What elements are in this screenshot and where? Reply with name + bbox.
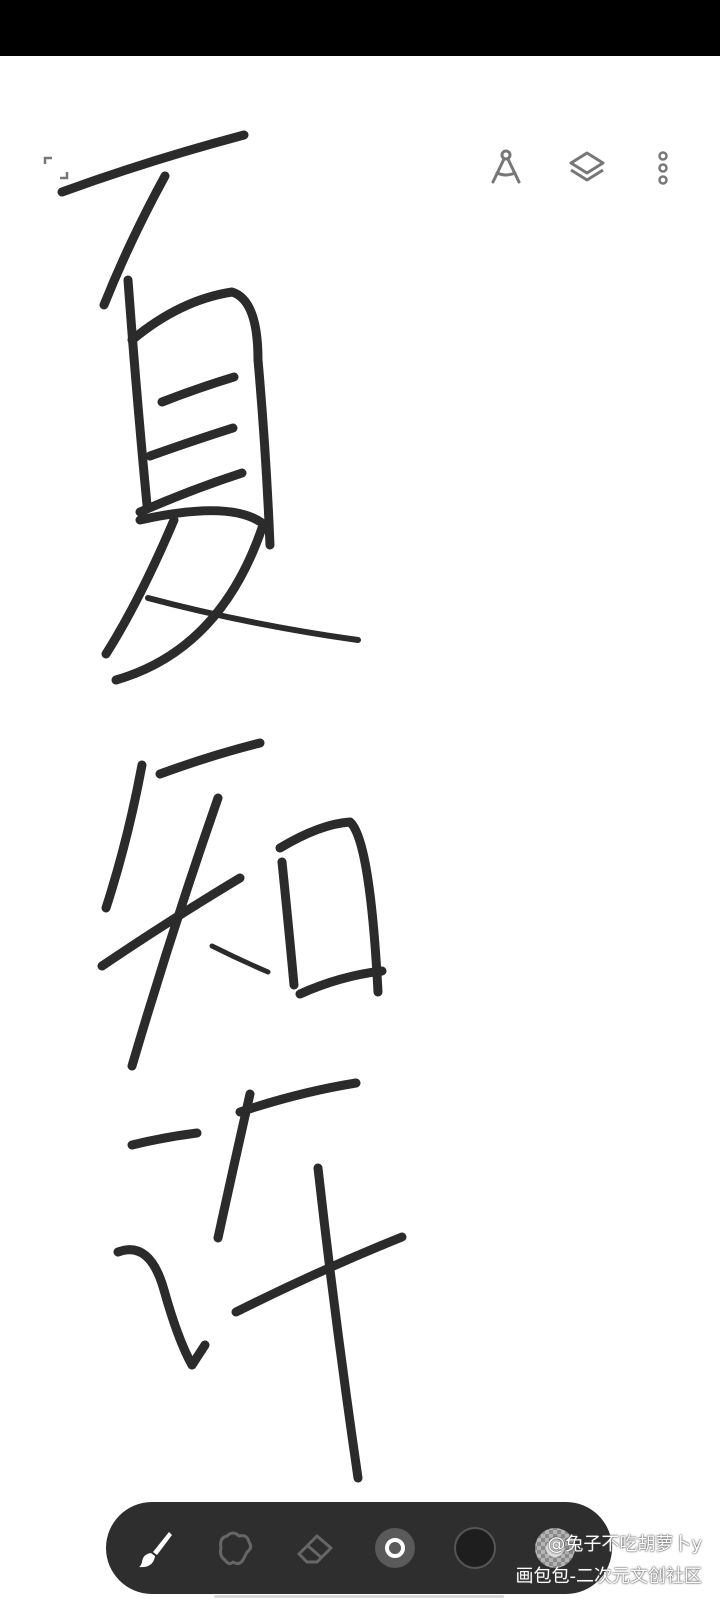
ruler-icon (491, 149, 521, 184)
color-swatch-icon (454, 1527, 496, 1569)
layers-icon (569, 151, 605, 182)
layers-button[interactable] (563, 144, 611, 192)
fullscreen-button[interactable] (36, 148, 76, 188)
character-zhi (97, 738, 387, 1071)
handwriting-strokes (57, 130, 407, 1483)
ruler-button[interactable] (484, 144, 528, 188)
watermark-site: 画包包-二次元文创社区 (515, 1566, 703, 1587)
smudge-icon (219, 1531, 253, 1566)
brush-tool[interactable] (126, 1519, 184, 1577)
more-vertical-icon (658, 151, 668, 185)
home-indicator[interactable] (214, 1595, 504, 1598)
more-options-button[interactable] (648, 144, 678, 192)
fullscreen-icon (43, 156, 69, 180)
drawing-canvas[interactable] (0, 56, 720, 1600)
character-xu (113, 1078, 407, 1483)
eraser-tool[interactable] (286, 1519, 344, 1577)
brush-size-icon (375, 1528, 415, 1568)
eraser-icon (297, 1534, 333, 1564)
brush-icon (139, 1532, 172, 1568)
brush-size-control[interactable] (366, 1519, 424, 1577)
status-bar (0, 0, 720, 56)
watermark-user: @兔子不吃胡萝卜y (547, 1534, 702, 1555)
color-swatch[interactable] (446, 1519, 504, 1577)
character-xia (57, 130, 361, 685)
smudge-tool[interactable] (206, 1519, 264, 1577)
